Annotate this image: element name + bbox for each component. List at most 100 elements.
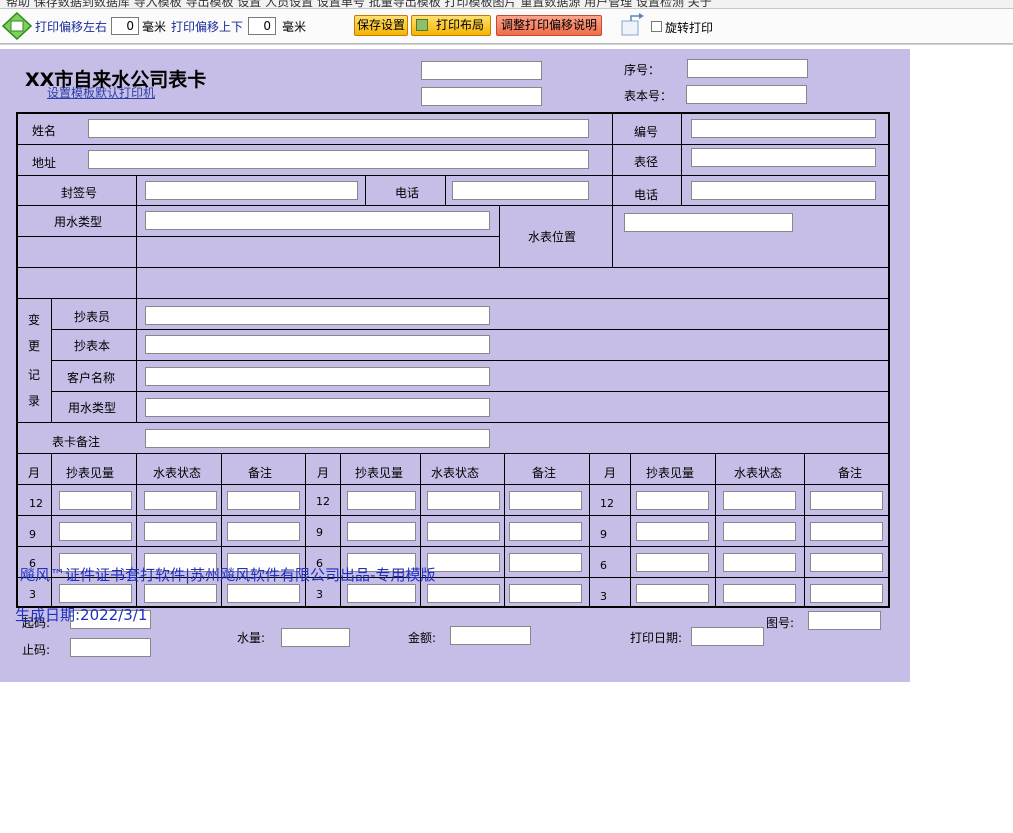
status-input[interactable] — [723, 491, 796, 510]
rotate-icon[interactable] — [619, 12, 645, 41]
status-input[interactable] — [723, 584, 796, 603]
code-input[interactable] — [691, 119, 876, 138]
row-month: 3 — [316, 588, 323, 601]
grid-line — [51, 329, 890, 330]
rotate-print-checkbox[interactable] — [651, 21, 662, 32]
reader-input[interactable] — [145, 306, 490, 325]
month-header: 月 — [604, 466, 617, 480]
end-code-input[interactable] — [70, 638, 151, 657]
note-input[interactable] — [227, 584, 300, 603]
reading-input[interactable] — [636, 584, 709, 603]
grid-line — [445, 175, 446, 206]
move-icon[interactable] — [1, 11, 33, 43]
phone-label: 电话 — [395, 186, 420, 200]
seal-input[interactable] — [145, 181, 358, 200]
end-code-label: 止码: — [22, 643, 51, 657]
note-input[interactable] — [227, 491, 300, 510]
address-input[interactable] — [88, 150, 589, 169]
note-input[interactable] — [810, 553, 883, 572]
note-header: 备注 — [248, 466, 273, 480]
name-input[interactable] — [88, 119, 589, 138]
offset-lr-label: 打印偏移左右 — [35, 20, 108, 34]
status-input[interactable] — [427, 491, 500, 510]
header-field-2[interactable] — [421, 87, 542, 106]
status-input[interactable] — [723, 553, 796, 572]
money-input[interactable] — [450, 626, 531, 645]
serial-input[interactable] — [687, 59, 808, 78]
reading-header: 抄表见量 — [66, 466, 115, 480]
note-input[interactable] — [509, 522, 582, 541]
meter-dia-input[interactable] — [691, 148, 876, 167]
reading-input[interactable] — [59, 522, 132, 541]
print-layout-button[interactable]: 打印布局 — [411, 15, 491, 36]
grid-line — [51, 360, 890, 361]
reading-input[interactable] — [59, 491, 132, 510]
reading-header: 抄表见量 — [646, 466, 695, 480]
note-input[interactable] — [810, 522, 883, 541]
water-type-input[interactable] — [145, 211, 490, 230]
reading-input[interactable] — [636, 522, 709, 541]
grid-line — [16, 236, 500, 237]
meter-no-input[interactable] — [686, 85, 807, 104]
offset-ud-input[interactable]: 0 — [248, 17, 276, 35]
note-header: 备注 — [838, 466, 863, 480]
status-input[interactable] — [427, 522, 500, 541]
phone-input[interactable] — [452, 181, 589, 200]
month-header: 月 — [28, 466, 41, 480]
menu-bar: 帮助 保存数据到数据库 导入模板 导出模板 设置 人员设置 设置单号 批量导出模… — [0, 0, 1013, 9]
row-month: 12 — [316, 495, 330, 508]
customer-name-input[interactable] — [145, 367, 490, 386]
status-input[interactable] — [427, 553, 500, 572]
rotate-print-label: 旋转打印 — [665, 21, 714, 35]
note-input[interactable] — [810, 491, 883, 510]
grid-line — [51, 391, 890, 392]
status-input[interactable] — [144, 584, 217, 603]
money-label: 金额: — [408, 631, 437, 645]
remark-input[interactable] — [145, 429, 490, 448]
grid-line — [16, 453, 890, 454]
grid-line — [365, 175, 366, 206]
reading-input[interactable] — [347, 522, 416, 541]
grid-line — [16, 267, 890, 268]
layout-icon — [416, 19, 428, 31]
status-input[interactable] — [723, 522, 796, 541]
note-input[interactable] — [509, 491, 582, 510]
reading-book-label: 抄表本 — [74, 339, 111, 353]
reading-book-input[interactable] — [145, 335, 490, 354]
reading-input[interactable] — [636, 553, 709, 572]
offset-help-button[interactable]: 调整打印偏移说明 — [496, 15, 602, 36]
row-month: 12 — [29, 497, 43, 510]
customer-name-label: 客户名称 — [67, 371, 116, 385]
status-input[interactable] — [427, 584, 500, 603]
reading-input[interactable] — [59, 584, 132, 603]
note-input[interactable] — [509, 584, 582, 603]
grid-line — [612, 112, 613, 267]
seal-label: 封签号 — [61, 186, 98, 200]
figure-no-input[interactable] — [808, 611, 881, 630]
status-input[interactable] — [144, 522, 217, 541]
row-month: 6 — [600, 559, 607, 572]
meter-pos-input[interactable] — [624, 213, 793, 232]
address-label: 地址 — [32, 156, 57, 170]
note-input[interactable] — [509, 553, 582, 572]
reading-input[interactable] — [347, 584, 416, 603]
print-date-input[interactable] — [691, 627, 764, 646]
set-printer-link[interactable]: 设置模板默认打印机 — [47, 84, 155, 101]
water-amount-input[interactable] — [281, 628, 350, 647]
offset-lr-input[interactable]: 0 — [111, 17, 139, 35]
water-type2-input[interactable] — [145, 398, 490, 417]
header-field-1[interactable] — [421, 61, 542, 80]
reading-input[interactable] — [636, 491, 709, 510]
grid-line — [499, 205, 500, 267]
offset-lr-unit: 毫米 — [142, 20, 167, 34]
grid-line — [16, 298, 890, 299]
note-input[interactable] — [227, 522, 300, 541]
status-input[interactable] — [144, 491, 217, 510]
note-input[interactable] — [810, 584, 883, 603]
grid-line — [16, 515, 890, 516]
save-settings-button[interactable]: 保存设置 — [354, 15, 408, 36]
name-label: 姓名 — [32, 124, 57, 138]
phone-input-2[interactable] — [691, 181, 876, 200]
row-month: 9 — [600, 528, 607, 541]
reading-input[interactable] — [347, 491, 416, 510]
